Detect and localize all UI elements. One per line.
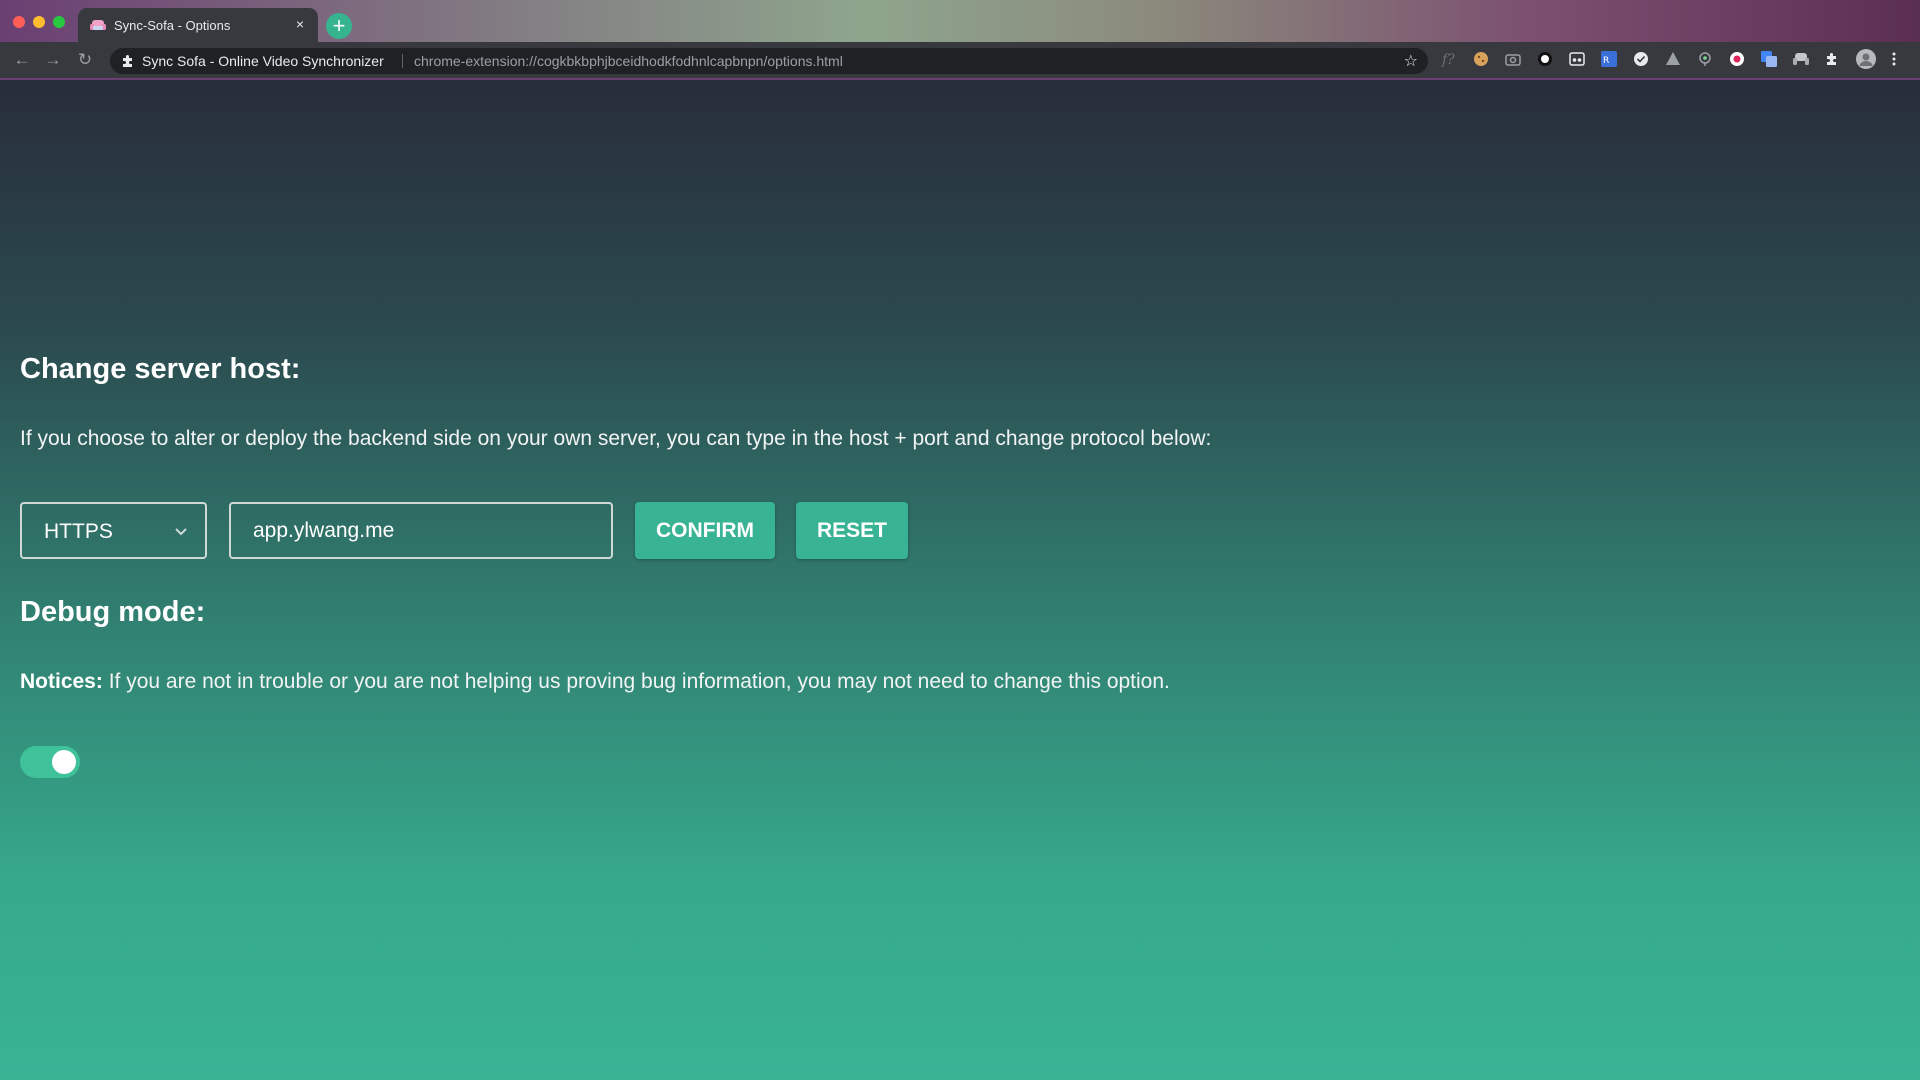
url-text[interactable]: chrome-extension://cogkbkbphjbceidhodkfo… xyxy=(414,53,843,69)
font-extension-icon[interactable]: f? xyxy=(1440,50,1458,68)
chevron-down-icon xyxy=(175,528,187,536)
camera-extension-icon[interactable] xyxy=(1504,50,1522,68)
close-window-button[interactable] xyxy=(13,16,25,28)
tab-title: Sync-Sofa - Options xyxy=(114,18,231,33)
address-bar[interactable]: Sync Sofa - Online Video Synchronizer ch… xyxy=(110,48,1428,74)
extension-puzzle-icon xyxy=(123,55,132,67)
notice-text: If you are not in trouble or you are not… xyxy=(102,670,1170,693)
debug-mode-toggle[interactable] xyxy=(20,746,80,778)
protocol-selected-value: HTTPS xyxy=(44,520,113,543)
extensions-puzzle-icon[interactable] xyxy=(1824,50,1842,68)
toggle-knob xyxy=(52,750,76,774)
svg-text:R: R xyxy=(1603,56,1609,66)
host-input[interactable] xyxy=(229,502,613,559)
red-dot-extension-icon[interactable] xyxy=(1728,50,1746,68)
maximize-window-button[interactable] xyxy=(53,16,65,28)
debug-notice: Notices: If you are not in trouble or yo… xyxy=(20,670,1170,694)
new-tab-button[interactable]: + xyxy=(326,13,352,39)
location-extension-icon[interactable] xyxy=(1696,50,1714,68)
forward-icon[interactable]: → xyxy=(43,50,63,70)
protocol-select[interactable]: HTTPS xyxy=(20,502,207,559)
address-divider xyxy=(402,54,403,68)
google-translate-icon[interactable] xyxy=(1760,50,1778,68)
debug-mode-heading: Debug mode: xyxy=(20,596,206,628)
record-extension-icon[interactable] xyxy=(1536,50,1554,68)
options-page: Change server host: If you choose to alt… xyxy=(0,80,1920,1080)
browser-titlebar: Sync-Sofa - Options × + xyxy=(0,0,1920,42)
check-extension-icon[interactable] xyxy=(1632,50,1650,68)
profile-avatar-icon[interactable] xyxy=(1856,49,1876,69)
sofa-icon xyxy=(90,20,106,30)
sync-sofa-extension-icon[interactable] xyxy=(1792,50,1810,68)
active-tab[interactable]: Sync-Sofa - Options × xyxy=(78,8,318,42)
site-name: Sync Sofa - Online Video Synchronizer xyxy=(142,53,384,69)
bookmark-star-icon[interactable]: ☆ xyxy=(1404,51,1418,71)
back-icon[interactable]: ← xyxy=(12,50,32,70)
server-host-heading: Change server host: xyxy=(20,353,301,385)
browser-menu-icon[interactable] xyxy=(1890,50,1898,68)
translate-extension-icon[interactable]: R xyxy=(1600,50,1618,68)
reload-icon[interactable]: ↻ xyxy=(75,50,95,70)
notice-label: Notices: xyxy=(20,670,103,693)
minimize-window-button[interactable] xyxy=(33,16,45,28)
close-tab-icon[interactable]: × xyxy=(292,16,308,32)
triangle-extension-icon[interactable] xyxy=(1664,50,1682,68)
reader-extension-icon[interactable] xyxy=(1568,50,1586,68)
server-host-description: If you choose to alter or deploy the bac… xyxy=(20,427,1212,450)
cookie-extension-icon[interactable] xyxy=(1472,50,1490,68)
svg-text:f?: f? xyxy=(1441,52,1455,68)
reset-button[interactable]: RESET xyxy=(796,502,908,559)
confirm-button[interactable]: CONFIRM xyxy=(635,502,775,559)
